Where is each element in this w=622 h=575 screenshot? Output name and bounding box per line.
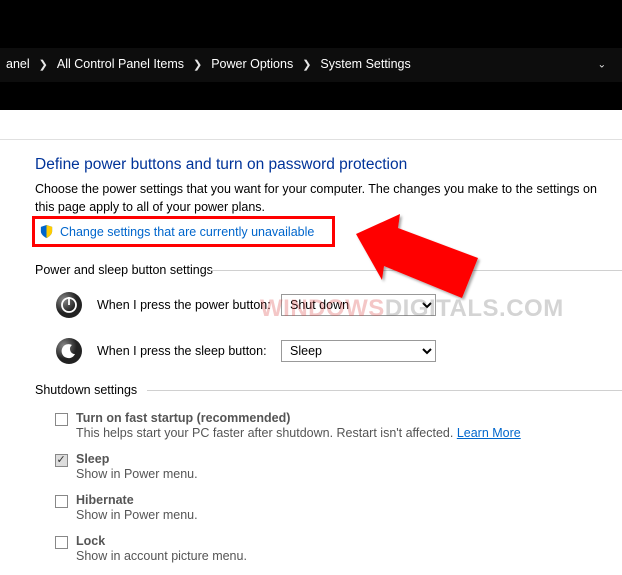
lock-option-sub: Show in account picture menu. — [76, 549, 612, 563]
lock-option-title: Lock — [76, 534, 612, 548]
section-heading-power-sleep: Power and sleep button settings — [35, 263, 612, 277]
fast-startup-title: Turn on fast startup (recommended) — [76, 411, 612, 425]
fast-startup-option: Turn on fast startup (recommended) This … — [55, 411, 612, 450]
sleep-icon — [55, 337, 83, 365]
page-description: Choose the power settings that you want … — [35, 180, 602, 216]
breadcrumb-item[interactable]: anel — [4, 56, 32, 72]
chevron-right-icon: ❯ — [39, 58, 48, 71]
fast-startup-sub: This helps start your PC faster after sh… — [76, 426, 612, 440]
fast-startup-checkbox[interactable] — [55, 413, 68, 426]
sleep-option: Sleep Show in Power menu. — [55, 452, 612, 491]
sleep-option-sub: Show in Power menu. — [76, 467, 612, 481]
shield-icon — [39, 224, 54, 239]
hibernate-option-sub: Show in Power menu. — [76, 508, 612, 522]
chevron-right-icon: ❯ — [302, 58, 311, 71]
chevron-down-icon[interactable]: ⌄ — [598, 60, 606, 71]
breadcrumb-item[interactable]: System Settings — [318, 56, 412, 72]
spacer — [0, 110, 622, 140]
power-button-label: When I press the power button: — [97, 298, 281, 312]
sleep-button-select[interactable]: Sleep — [281, 340, 436, 362]
power-icon — [55, 291, 83, 319]
power-button-select[interactable]: Shut down — [281, 294, 436, 316]
learn-more-link[interactable]: Learn More — [457, 426, 521, 440]
titlebar-area — [0, 0, 622, 48]
main-content: Define power buttons and turn on passwor… — [0, 140, 622, 573]
power-button-row: When I press the power button: Shut down — [55, 291, 612, 319]
hibernate-checkbox[interactable] — [55, 495, 68, 508]
hibernate-option-title: Hibernate — [76, 493, 612, 507]
section-heading-shutdown: Shutdown settings — [35, 383, 612, 397]
breadcrumb[interactable]: anel ❯ All Control Panel Items ❯ Power O… — [0, 48, 622, 82]
change-settings-highlight: Change settings that are currently unava… — [32, 216, 335, 247]
change-settings-link[interactable]: Change settings that are currently unava… — [60, 225, 314, 239]
lock-checkbox[interactable] — [55, 536, 68, 549]
hibernate-option: Hibernate Show in Power menu. — [55, 493, 612, 532]
sleep-option-title: Sleep — [76, 452, 612, 466]
page-title: Define power buttons and turn on passwor… — [35, 156, 612, 174]
breadcrumb-item[interactable]: All Control Panel Items — [55, 56, 186, 72]
sleep-checkbox[interactable] — [55, 454, 68, 467]
sleep-button-label: When I press the sleep button: — [97, 344, 281, 358]
breadcrumb-item[interactable]: Power Options — [209, 56, 295, 72]
chevron-right-icon: ❯ — [193, 58, 202, 71]
ribbon-area — [0, 82, 622, 110]
sleep-button-row: When I press the sleep button: Sleep — [55, 337, 612, 365]
